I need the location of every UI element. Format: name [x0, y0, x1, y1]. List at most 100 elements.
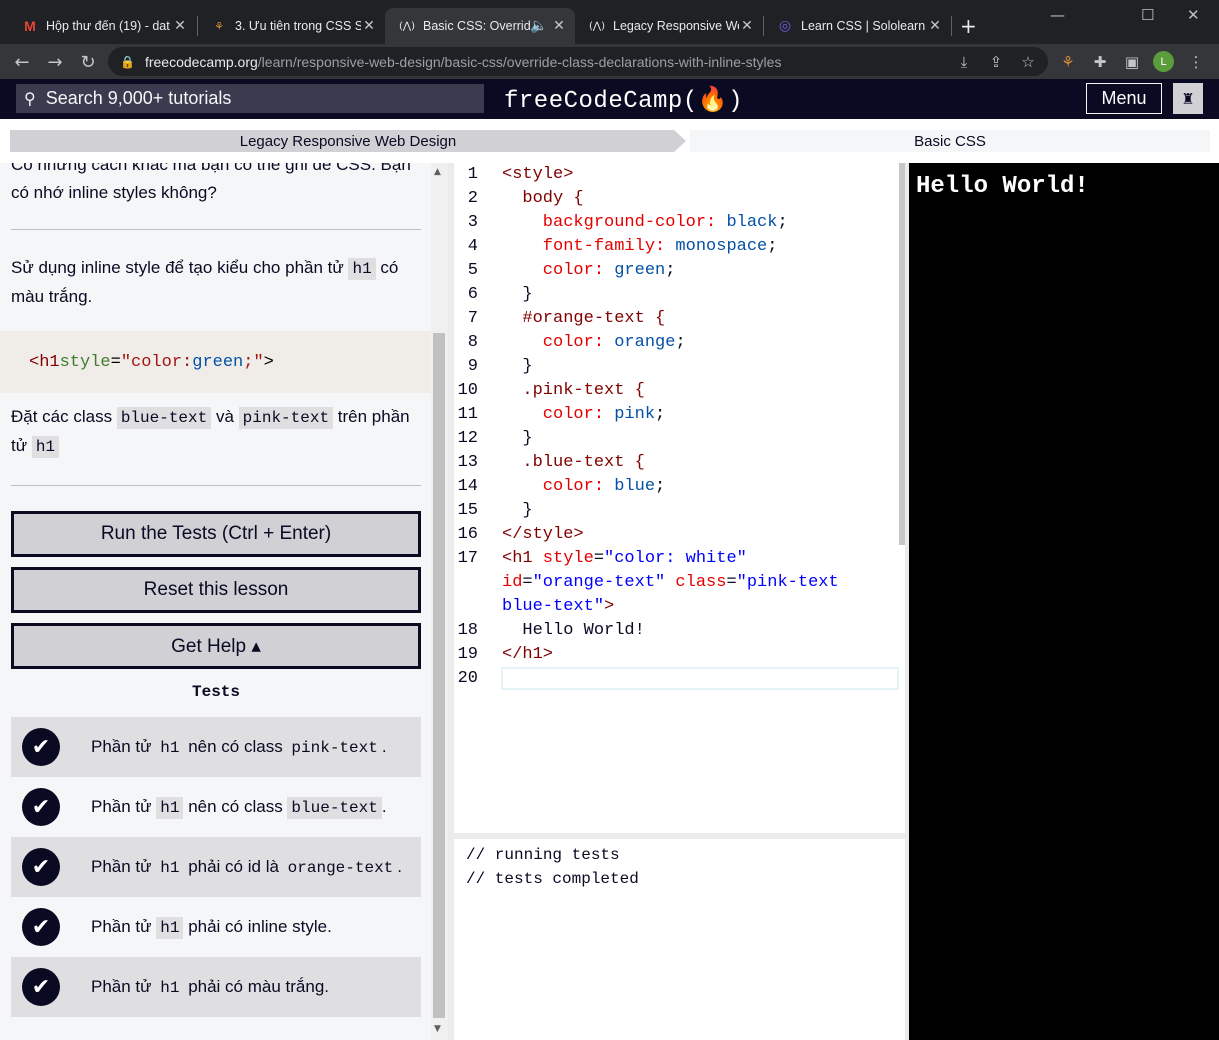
breadcrumb-course[interactable]: Legacy Responsive Web Design [10, 130, 686, 152]
code-line: } [502, 501, 533, 520]
close-tab-icon[interactable]: ✕ [172, 18, 188, 34]
code-line: <h1 style="color: white" [502, 549, 747, 568]
check-icon: ✔ [22, 728, 60, 766]
breadcrumb: Legacy Responsive Web Design Basic CSS [0, 119, 1219, 163]
tab-strip: M Hộp thư đến (19) - dat ✕ ⚘ 3. Ưu tiên … [0, 0, 1219, 44]
code-line: color: blue; [502, 477, 666, 496]
tab-css-priority[interactable]: ⚘ 3. Ưu tiên trong CSS Se ✕ [197, 8, 385, 44]
code-line: } [502, 429, 533, 448]
scrollbar-thumb[interactable] [433, 333, 445, 1018]
new-tab-button[interactable]: + [960, 14, 977, 38]
bookmark-star-icon[interactable]: ☆ [1017, 51, 1039, 73]
breadcrumb-section[interactable]: Basic CSS [690, 130, 1210, 152]
preview-pane: Hello World! [905, 163, 1219, 1040]
code-line: font-family: monospace; [502, 237, 778, 256]
console-line: // tests completed [466, 870, 639, 888]
extension-figure-icon[interactable]: ⚘ [1057, 51, 1079, 73]
tab-basic-css-override[interactable]: (⋀) Basic CSS: Override 🔈 ✕ [385, 8, 575, 44]
url-path: /learn/responsive-web-design/basic-css/o… [257, 53, 782, 70]
share-icon[interactable]: ⇪ [985, 51, 1007, 73]
code-line: color: pink; [502, 405, 666, 424]
close-tab-icon[interactable]: ✕ [361, 18, 377, 34]
maximize-button[interactable]: ☐ [1141, 6, 1154, 24]
scroll-up-icon[interactable]: ▲ [434, 167, 441, 177]
tests-list: ✔ Phần tử h1 nên có class pink-text. ✔ P… [11, 717, 421, 1017]
tab-sololearn[interactable]: ◎ Learn CSS | Sololearn ✕ [763, 8, 951, 44]
run-tests-button[interactable]: Run the Tests (Ctrl + Enter) [11, 511, 421, 557]
test-console: // running tests // tests completed [448, 833, 905, 1040]
test-item: ✔ Phần tử h1 nên có class blue-text. [11, 777, 421, 837]
menu-button[interactable]: Menu [1086, 83, 1162, 114]
check-icon: ✔ [22, 908, 60, 946]
close-tab-icon[interactable]: ✕ [927, 18, 943, 34]
search-placeholder: Search 9,000+ tutorials [45, 88, 232, 108]
code-line: blue-text"> [502, 597, 615, 616]
code-line: color: orange; [502, 333, 686, 352]
search-icon: ⚲ [24, 89, 36, 108]
check-icon: ✔ [22, 848, 60, 886]
minimize-button[interactable]: — [1050, 6, 1065, 24]
reset-lesson-button[interactable]: Reset this lesson [11, 567, 421, 613]
check-icon: ✔ [22, 788, 60, 826]
lock-icon: 🔒 [120, 54, 135, 69]
instruction-2: Đặt các class blue-text và pink-text trê… [11, 407, 410, 458]
forward-button[interactable]: → [43, 50, 67, 74]
user-avatar-icon[interactable]: ♜ [1173, 83, 1203, 114]
code-line: </h1> [502, 645, 554, 664]
code-line: Hello World! [502, 621, 645, 640]
test-item: ✔ Phần tử h1 nên có class pink-text. [11, 717, 421, 777]
extensions-puzzle-icon[interactable]: ✚ [1089, 51, 1111, 73]
code-line: } [502, 357, 533, 376]
reload-button[interactable]: ↻ [76, 50, 100, 74]
fcc-navbar: ⚲ Search 9,000+ tutorials freeCodeCamp(🔥… [0, 79, 1219, 119]
back-button[interactable]: ← [10, 50, 34, 74]
address-bar[interactable]: 🔒 freecodecamp.org /learn/responsive-web… [108, 47, 1048, 76]
side-panel-icon[interactable]: ▣ [1121, 51, 1143, 73]
freecodecamp-icon: (⋀) [399, 20, 416, 32]
browser-toolbar: ← → ↻ 🔒 freecodecamp.org /learn/responsi… [0, 44, 1219, 79]
get-help-button[interactable]: Get Help ▴ [11, 623, 421, 669]
console-line: // running tests [466, 846, 620, 864]
code-line: .blue-text { [502, 453, 645, 472]
scroll-down-icon[interactable]: ▼ [434, 1024, 441, 1034]
code-line: <style> [502, 165, 574, 184]
more-menu-icon[interactable]: ⋮ [1185, 51, 1207, 73]
close-tab-icon[interactable]: ✕ [739, 18, 755, 34]
close-window-button[interactable]: ✕ [1187, 6, 1200, 24]
instructions-panel: Có những cách khác mà bạn có thể ghi đè … [0, 163, 448, 1040]
code-line: id="orange-text" class="pink-text [502, 573, 839, 592]
divider [11, 485, 421, 486]
sololearn-icon: ◎ [778, 18, 792, 34]
code-editor[interactable]: 1 2 3 4 5 6 7 8 9 10 11 12 13 14 15 16 1… [448, 163, 905, 833]
code-line: </style> [502, 525, 584, 544]
search-input[interactable]: ⚲ Search 9,000+ tutorials [16, 84, 484, 113]
check-icon: ✔ [22, 968, 60, 1006]
code-line: } [502, 285, 533, 304]
tests-heading: Tests [191, 683, 240, 701]
code-line: background-color: black; [502, 213, 788, 232]
install-app-icon[interactable]: ⤓ [953, 51, 975, 73]
current-line-highlight [501, 667, 899, 690]
divider [11, 229, 421, 230]
example-code-block: <h1 style = "color: green ;" > [0, 331, 432, 393]
gmail-icon: M [24, 18, 36, 34]
figure-icon: ⚘ [214, 19, 224, 33]
tab-legacy-responsive[interactable]: (⋀) Legacy Responsive Web ✕ [575, 8, 763, 44]
code-line: .pink-text { [502, 381, 645, 400]
code-line: #orange-text { [502, 309, 666, 328]
code-line: body { [502, 189, 584, 208]
browser-window: M Hộp thư đến (19) - dat ✕ ⚘ 3. Ưu tiên … [0, 0, 1219, 1040]
fcc-logo[interactable]: freeCodeCamp(🔥) [504, 85, 743, 115]
profile-avatar[interactable]: L [1153, 51, 1174, 72]
test-item: ✔ Phần tử h1 phải có màu trắng. [11, 957, 421, 1017]
lesson-intro: Có những cách khác mà bạn có thể ghi đè … [11, 163, 411, 202]
freecodecamp-icon: (⋀) [589, 20, 606, 32]
test-item: ✔ Phần tử h1 phải có id là orange-text. [11, 837, 421, 897]
code-line: color: green; [502, 261, 676, 280]
preview-heading: Hello World! [916, 173, 1089, 200]
speaker-icon[interactable]: 🔈 [530, 18, 547, 34]
instruction-1: Sử dụng inline style để tạo kiểu cho phầ… [11, 258, 399, 306]
close-tab-icon[interactable]: ✕ [551, 18, 567, 34]
tab-gmail[interactable]: M Hộp thư đến (19) - dat ✕ [8, 8, 196, 44]
test-item: ✔ Phần tử h1 phải có inline style. [11, 897, 421, 957]
